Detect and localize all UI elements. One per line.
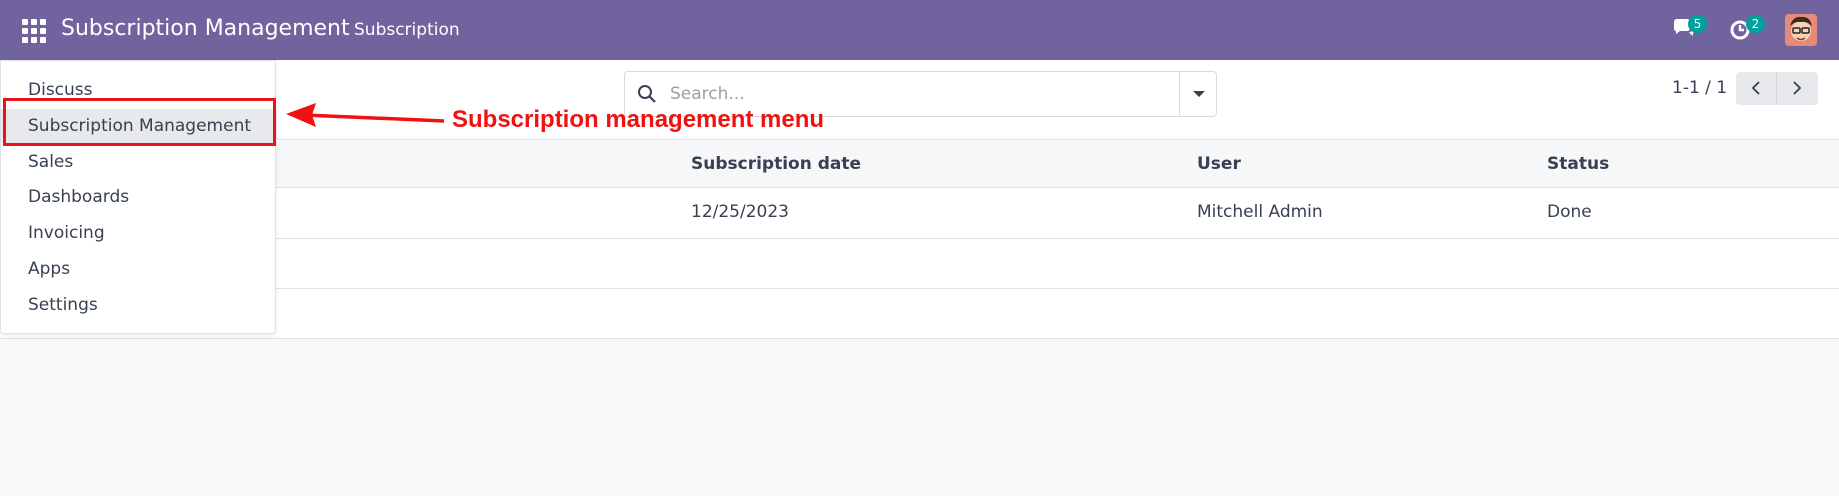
messages-button[interactable]: 5: [1670, 15, 1707, 44]
search-input[interactable]: [670, 79, 1170, 109]
menu-item-sales[interactable]: Sales: [1, 145, 277, 179]
apps-grid-icon[interactable]: [22, 19, 46, 43]
cell-status: Done: [1547, 202, 1592, 222]
app-brand-title[interactable]: Subscription Management: [61, 16, 350, 41]
pager-value[interactable]: 1-1 / 1: [1672, 78, 1727, 98]
messages-badge: 5: [1688, 15, 1707, 33]
annotation-arrow-icon: [286, 103, 445, 127]
activities-button[interactable]: 2: [1728, 15, 1765, 44]
activities-badge: 2: [1746, 15, 1765, 33]
user-avatar[interactable]: [1785, 14, 1817, 46]
top-navbar: Subscription Management Subscription 5 2: [0, 0, 1839, 60]
column-header-status[interactable]: Status: [1547, 154, 1609, 174]
nav-menu-subscription[interactable]: Subscription: [354, 20, 460, 40]
menu-item-invoicing[interactable]: Invoicing: [1, 216, 277, 250]
column-header-user[interactable]: User: [1197, 154, 1241, 174]
chevron-left-icon: [1751, 81, 1760, 95]
menu-item-apps[interactable]: Apps: [1, 252, 277, 286]
pager-next-button[interactable]: [1777, 72, 1818, 105]
chevron-right-icon: [1793, 81, 1802, 95]
cell-user: Mitchell Admin: [1197, 202, 1323, 222]
search-icon: [638, 85, 656, 103]
pager-previous-button[interactable]: [1736, 72, 1777, 105]
annotation-highlight-box: [3, 98, 276, 146]
cell-subscription-date: 12/25/2023: [691, 202, 789, 222]
column-header-subscription-date[interactable]: Subscription date: [691, 154, 861, 174]
search-options-toggle[interactable]: [1179, 72, 1217, 116]
annotation-label: Subscription management menu: [452, 106, 825, 133]
menu-item-settings[interactable]: Settings: [1, 288, 277, 322]
menu-item-dashboards[interactable]: Dashboards: [1, 180, 277, 214]
